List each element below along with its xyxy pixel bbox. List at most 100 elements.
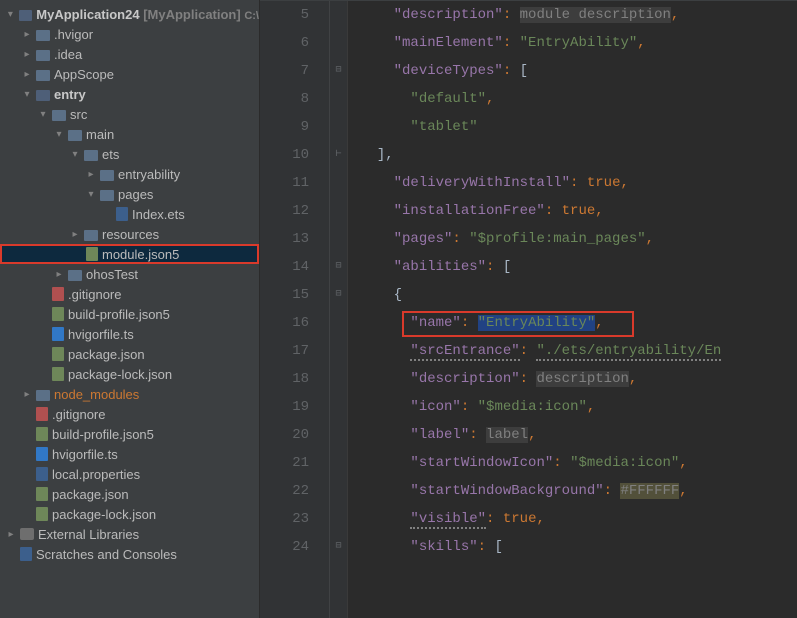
- expand-arrow-icon[interactable]: [20, 389, 34, 400]
- fold-mark[interactable]: [330, 337, 347, 365]
- tree-item-label: node_modules: [54, 387, 139, 402]
- tree-item[interactable]: entryability: [0, 164, 259, 184]
- tree-item[interactable]: build-profile.json5: [0, 304, 259, 324]
- fold-mark[interactable]: [330, 113, 347, 141]
- fold-mark[interactable]: [330, 29, 347, 57]
- expand-arrow-icon[interactable]: [68, 149, 82, 160]
- tree-item-label: build-profile.json5: [52, 427, 154, 442]
- expand-arrow-icon[interactable]: [4, 9, 17, 20]
- tree-item[interactable]: .idea: [0, 44, 259, 64]
- fold-mark[interactable]: [330, 309, 347, 337]
- code-editor[interactable]: 56789101112131415161718192021222324 ⊟⊢⊟⊟…: [260, 0, 797, 618]
- line-number: 13: [260, 225, 309, 253]
- expand-arrow-icon[interactable]: [20, 89, 34, 100]
- code-line[interactable]: "description": description,: [360, 365, 797, 393]
- tree-item[interactable]: .gitignore: [0, 404, 259, 424]
- tree-item[interactable]: package-lock.json: [0, 504, 259, 524]
- tree-item[interactable]: local.properties: [0, 464, 259, 484]
- tree-item[interactable]: pages: [0, 184, 259, 204]
- code-line[interactable]: "visible": true,: [360, 505, 797, 533]
- tree-item[interactable]: External Libraries: [0, 524, 259, 544]
- tree-item[interactable]: main: [0, 124, 259, 144]
- expand-arrow-icon[interactable]: [36, 109, 50, 120]
- fold-mark[interactable]: [330, 169, 347, 197]
- file-icon: [36, 407, 48, 421]
- expand-arrow-icon[interactable]: [4, 529, 18, 540]
- expand-arrow-icon[interactable]: [20, 69, 34, 80]
- fold-mark[interactable]: [330, 197, 347, 225]
- code-area[interactable]: "description": module description, "main…: [348, 1, 797, 618]
- code-line[interactable]: "description": module description,: [360, 1, 797, 29]
- code-line[interactable]: "startWindowIcon": "$media:icon",: [360, 449, 797, 477]
- tree-item[interactable]: package-lock.json: [0, 364, 259, 384]
- project-tree[interactable]: MyApplication24 [MyApplication] C:\ .hvig…: [0, 0, 260, 618]
- fold-mark[interactable]: ⊟: [330, 281, 347, 309]
- fold-mark[interactable]: [330, 365, 347, 393]
- expand-arrow-icon[interactable]: [52, 269, 66, 280]
- line-number: 5: [260, 1, 309, 29]
- fold-mark[interactable]: [330, 477, 347, 505]
- tree-item[interactable]: hvigorfile.ts: [0, 324, 259, 344]
- fold-mark[interactable]: [330, 225, 347, 253]
- expand-arrow-icon[interactable]: [52, 129, 66, 140]
- fold-mark[interactable]: [330, 1, 347, 29]
- line-number: 8: [260, 85, 309, 113]
- fold-mark[interactable]: ⊟: [330, 57, 347, 85]
- code-line[interactable]: "mainElement": "EntryAbility",: [360, 29, 797, 57]
- code-line[interactable]: "installationFree": true,: [360, 197, 797, 225]
- tree-item[interactable]: .gitignore: [0, 284, 259, 304]
- tree-item-label: MyApplication24 [MyApplication] C:\: [36, 7, 259, 22]
- expand-arrow-icon[interactable]: [20, 49, 34, 60]
- tree-item-label: src: [70, 107, 87, 122]
- expand-arrow-icon[interactable]: [84, 189, 98, 200]
- line-number: 18: [260, 365, 309, 393]
- tree-item[interactable]: Index.ets: [0, 204, 259, 224]
- code-line[interactable]: "name": "EntryAbility",: [360, 309, 797, 337]
- expand-arrow-icon[interactable]: [84, 169, 98, 180]
- fold-mark[interactable]: [330, 421, 347, 449]
- tree-item[interactable]: entry: [0, 84, 259, 104]
- tree-item[interactable]: .hvigor: [0, 24, 259, 44]
- code-line[interactable]: "deviceTypes": [: [360, 57, 797, 85]
- code-line[interactable]: "startWindowBackground": #FFFFFF,: [360, 477, 797, 505]
- code-line[interactable]: "srcEntrance": "./ets/entryability/En: [360, 337, 797, 365]
- tree-item[interactable]: hvigorfile.ts: [0, 444, 259, 464]
- folder-icon: [84, 230, 98, 241]
- code-line[interactable]: {: [360, 281, 797, 309]
- tree-item[interactable]: build-profile.json5: [0, 424, 259, 444]
- tree-item[interactable]: node_modules: [0, 384, 259, 404]
- code-line[interactable]: ],: [360, 141, 797, 169]
- tree-item[interactable]: package.json: [0, 484, 259, 504]
- fold-mark[interactable]: [330, 505, 347, 533]
- expand-arrow-icon[interactable]: [68, 229, 82, 240]
- fold-column[interactable]: ⊟⊢⊟⊟⊟: [330, 1, 348, 618]
- tree-item[interactable]: ets: [0, 144, 259, 164]
- tree-item-label: ets: [102, 147, 119, 162]
- tree-item[interactable]: ohosTest: [0, 264, 259, 284]
- code-line[interactable]: "icon": "$media:icon",: [360, 393, 797, 421]
- tree-item[interactable]: package.json: [0, 344, 259, 364]
- tree-item[interactable]: src: [0, 104, 259, 124]
- code-line[interactable]: "abilities": [: [360, 253, 797, 281]
- code-line[interactable]: "pages": "$profile:main_pages",: [360, 225, 797, 253]
- fold-mark[interactable]: ⊢: [330, 141, 347, 169]
- tree-item-label: package.json: [68, 347, 145, 362]
- code-line[interactable]: "label": label,: [360, 421, 797, 449]
- tree-item[interactable]: Scratches and Consoles: [0, 544, 259, 564]
- fold-mark[interactable]: ⊟: [330, 253, 347, 281]
- tree-item[interactable]: AppScope: [0, 64, 259, 84]
- code-line[interactable]: "deliveryWithInstall": true,: [360, 169, 797, 197]
- code-line[interactable]: "tablet": [360, 113, 797, 141]
- tree-item-label: package-lock.json: [68, 367, 172, 382]
- code-line[interactable]: "default",: [360, 85, 797, 113]
- fold-mark[interactable]: ⊟: [330, 533, 347, 561]
- tree-item[interactable]: resources: [0, 224, 259, 244]
- fold-mark[interactable]: [330, 449, 347, 477]
- line-number: 20: [260, 421, 309, 449]
- expand-arrow-icon[interactable]: [20, 29, 34, 40]
- fold-mark[interactable]: [330, 85, 347, 113]
- tree-item-selected[interactable]: module.json5: [0, 244, 259, 264]
- code-line[interactable]: "skills": [: [360, 533, 797, 561]
- tree-item[interactable]: MyApplication24 [MyApplication] C:\: [0, 4, 259, 24]
- fold-mark[interactable]: [330, 393, 347, 421]
